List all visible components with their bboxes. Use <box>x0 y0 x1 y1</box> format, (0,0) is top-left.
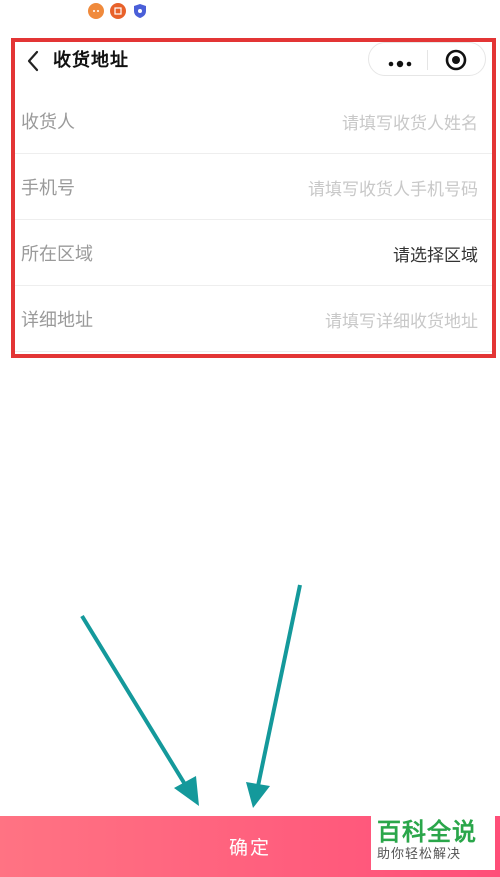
watermark-logo: 百科全说 助你轻松解决 <box>371 816 495 870</box>
confirm-label: 确定 <box>228 837 271 859</box>
arrow-right-icon <box>246 584 302 808</box>
watermark-title: 百科全说 <box>377 818 477 846</box>
watermark-subtitle: 助你轻松解决 <box>377 847 462 862</box>
arrow-left-icon <box>80 614 199 806</box>
annotation-arrows <box>80 584 302 808</box>
